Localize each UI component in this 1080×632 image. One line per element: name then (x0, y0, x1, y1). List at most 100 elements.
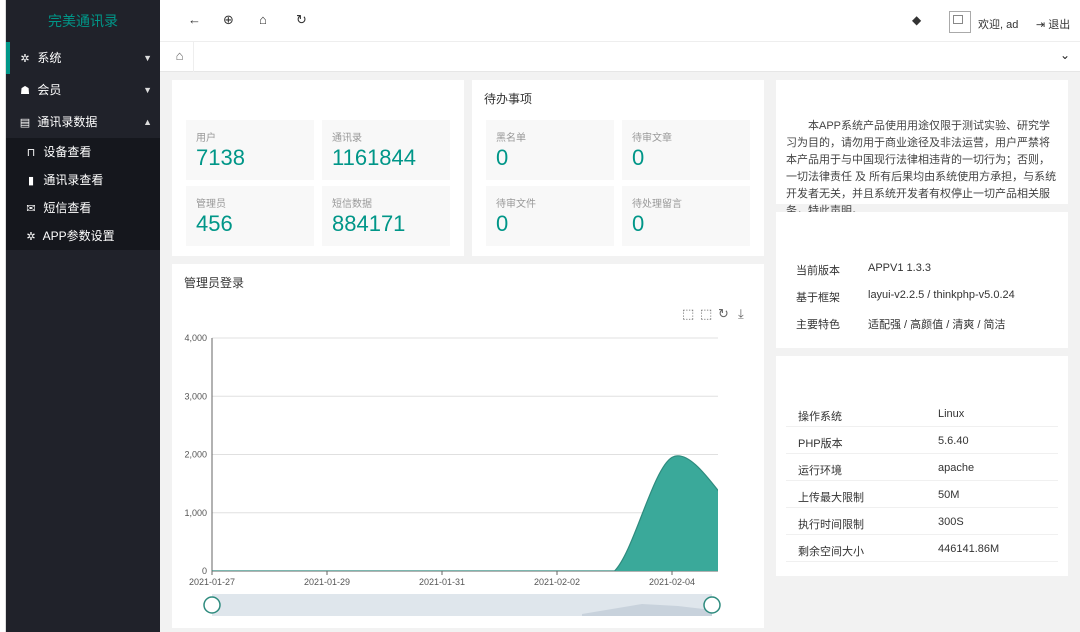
system-info-card: 操作系统 Linux PHP版本 5.6.40 运行环境 apache 上传最大… (776, 356, 1068, 576)
sidebar: 完美通讯录 ✲ 系统 ▼ ☗ 会员 ▼ ▤ 通讯录数据 ▲ ⊓ 设备查看 ▮ 通… (6, 0, 160, 632)
avatar[interactable] (949, 11, 971, 33)
chevron-up-icon: ▲ (143, 117, 152, 127)
system-value: Linux (938, 408, 965, 420)
todo-messages[interactable]: 待处理留言 0 (622, 186, 750, 246)
system-value: 300S (938, 516, 964, 528)
sidebar-item-contacts-data[interactable]: ▤ 通讯录数据 ▲ (6, 106, 160, 138)
y-tick-label: 1,000 (184, 508, 207, 518)
system-key: 操作系统 (798, 411, 842, 423)
x-tick-label: 2021-02-02 (534, 577, 580, 587)
welcome-text[interactable]: 欢迎, ad (978, 16, 1018, 32)
zoom-handle-left (203, 596, 221, 614)
sidebar-subitem-devices[interactable]: ⊓ 设备查看 (6, 138, 160, 166)
stat-label: 管理员 (196, 199, 226, 210)
logout-link[interactable]: ⇥ 退出 (1036, 16, 1070, 32)
stats-card: 用户 7138 通讯录 1161844 管理员 456 短信数据 884171 (172, 80, 464, 256)
chevron-down-icon: ▼ (143, 53, 152, 63)
tag-icon[interactable]: ◆ (912, 13, 921, 27)
chevron-down-icon: ▼ (143, 85, 152, 95)
arrow-left-icon[interactable]: ← (188, 12, 201, 27)
stat-value: 1161844 (332, 145, 417, 170)
notice-card: 本APP系统产品使用用途仅限于测试实验、研究学习为目的，请勿用于商业途径及非法运… (776, 80, 1068, 217)
stat-label: 黑名单 (496, 133, 526, 144)
home-tab-icon[interactable]: ⌂ (166, 42, 194, 72)
todo-files[interactable]: 待审文件 0 (486, 186, 614, 246)
sidebar-item-members[interactable]: ☗ 会员 ▼ (6, 74, 160, 106)
version-value: 适配强 / 高颜值 / 清爽 / 简洁 (868, 319, 1006, 331)
todo-card: 待办事项 黑名单 0 待审文章 0 待审文件 0 待处理留言 0 (472, 80, 764, 256)
area-chart: 0 1,000 2,000 3,000 4,000 2021-01-27 2021-01-2… (184, 333, 721, 616)
submenu: ⊓ 设备查看 ▮ 通讯录查看 ✉ 短信查看 ✲ APP参数设置 (6, 138, 160, 250)
system-value: apache (938, 462, 975, 474)
stat-users[interactable]: 用户 7138 (186, 120, 314, 180)
system-key: 运行环境 (798, 465, 842, 477)
system-key: PHP版本 (798, 438, 843, 450)
book-icon: ▮ (27, 175, 35, 187)
system-value: 50M (938, 489, 960, 501)
stat-label: 待处理留言 (632, 199, 682, 210)
todo-blacklist[interactable]: 黑名单 0 (486, 120, 614, 180)
sidebar-subitem-label: 短信查看 (43, 201, 92, 215)
system-value: 5.6.40 (938, 435, 969, 447)
sidebar-subitem-app-settings[interactable]: ✲ APP参数设置 (6, 222, 160, 250)
stat-label: 短信数据 (332, 199, 372, 210)
version-value: layui-v2.2.5 / thinkphp-v5.0.24 (868, 289, 1015, 301)
system-row: 运行环境 apache (786, 454, 1058, 481)
sidebar-subitem-sms[interactable]: ✉ 短信查看 (6, 194, 160, 222)
app-logo[interactable]: 完美通讯录 (6, 0, 160, 42)
logout-label: 退出 (1048, 19, 1071, 31)
table-icon: ▤ (19, 117, 31, 129)
bank-icon[interactable]: ⌂ (259, 12, 267, 27)
stat-label: 待审文章 (632, 133, 672, 144)
system-value: 446141.86M (938, 543, 1000, 555)
y-tick-label: 3,000 (184, 391, 207, 401)
stat-sms[interactable]: 短信数据 884171 (322, 186, 450, 246)
chevron-down-icon[interactable]: ⌄ (1060, 48, 1070, 62)
logout-icon: ⇥ (1036, 19, 1046, 31)
system-row: PHP版本 5.6.40 (786, 427, 1058, 454)
stat-value: 0 (496, 145, 509, 170)
gear-icon: ✲ (26, 231, 36, 243)
users-icon: ☗ (20, 85, 30, 97)
y-tick-label: 2,000 (184, 450, 207, 460)
sidebar-item-label: 会员 (37, 83, 62, 97)
y-tick-label: 4,000 (184, 333, 207, 343)
system-row: 上传最大限制 50M (786, 481, 1058, 508)
system-key: 剩余空间大小 (798, 546, 864, 558)
stat-value: 0 (496, 211, 509, 236)
version-key: 主要特色 (796, 319, 840, 331)
y-tick-label: 0 (202, 566, 207, 576)
todo-title: 待办事项 (484, 92, 533, 106)
stat-label: 通讯录 (332, 133, 362, 144)
stat-value: 7138 (196, 145, 245, 170)
x-tick-label: 2021-02-04 (649, 577, 695, 587)
tab-bar: ⌂ ⌄ (160, 42, 1080, 72)
gear-icon: ✲ (20, 53, 30, 65)
x-tick-label: 2021-01-29 (304, 577, 350, 587)
sidebar-subitem-label: 通讯录查看 (43, 173, 104, 187)
stat-value: 884171 (332, 211, 406, 236)
area-fill (212, 455, 718, 571)
refresh-icon[interactable]: ↻ (296, 12, 307, 28)
sidebar-subitem-label: 设备查看 (43, 145, 92, 159)
system-key: 上传最大限制 (798, 492, 864, 504)
stat-contacts[interactable]: 通讯录 1161844 (322, 120, 450, 180)
stat-label: 待审文件 (496, 199, 536, 210)
lock-icon: ⊓ (26, 147, 36, 159)
stat-value: 0 (632, 145, 645, 170)
admin-login-chart-card: 管理员登录 ⬚ ⬚ ↻ ⤓ 0 1,000 2,000 3,000 4,000 2021-… (172, 264, 764, 628)
x-tick-label: 2021-01-27 (189, 577, 235, 587)
fullscreen-icon[interactable]: ⊕ (223, 12, 234, 28)
system-row: 操作系统 Linux (786, 400, 1058, 427)
todo-articles[interactable]: 待审文章 0 (622, 120, 750, 180)
stat-label: 用户 (196, 133, 216, 144)
system-key: 执行时间限制 (798, 519, 864, 531)
sidebar-item-system[interactable]: ✲ 系统 ▼ (6, 42, 160, 74)
stat-value: 0 (632, 211, 645, 236)
sidebar-item-label: 系统 (37, 51, 62, 65)
sidebar-subitem-label: APP参数设置 (42, 229, 115, 243)
sidebar-subitem-contacts[interactable]: ▮ 通讯录查看 (6, 166, 160, 194)
version-key: 基于框架 (796, 292, 840, 304)
stat-admins[interactable]: 管理员 456 (186, 186, 314, 246)
sidebar-item-label: 通讯录数据 (37, 115, 98, 129)
